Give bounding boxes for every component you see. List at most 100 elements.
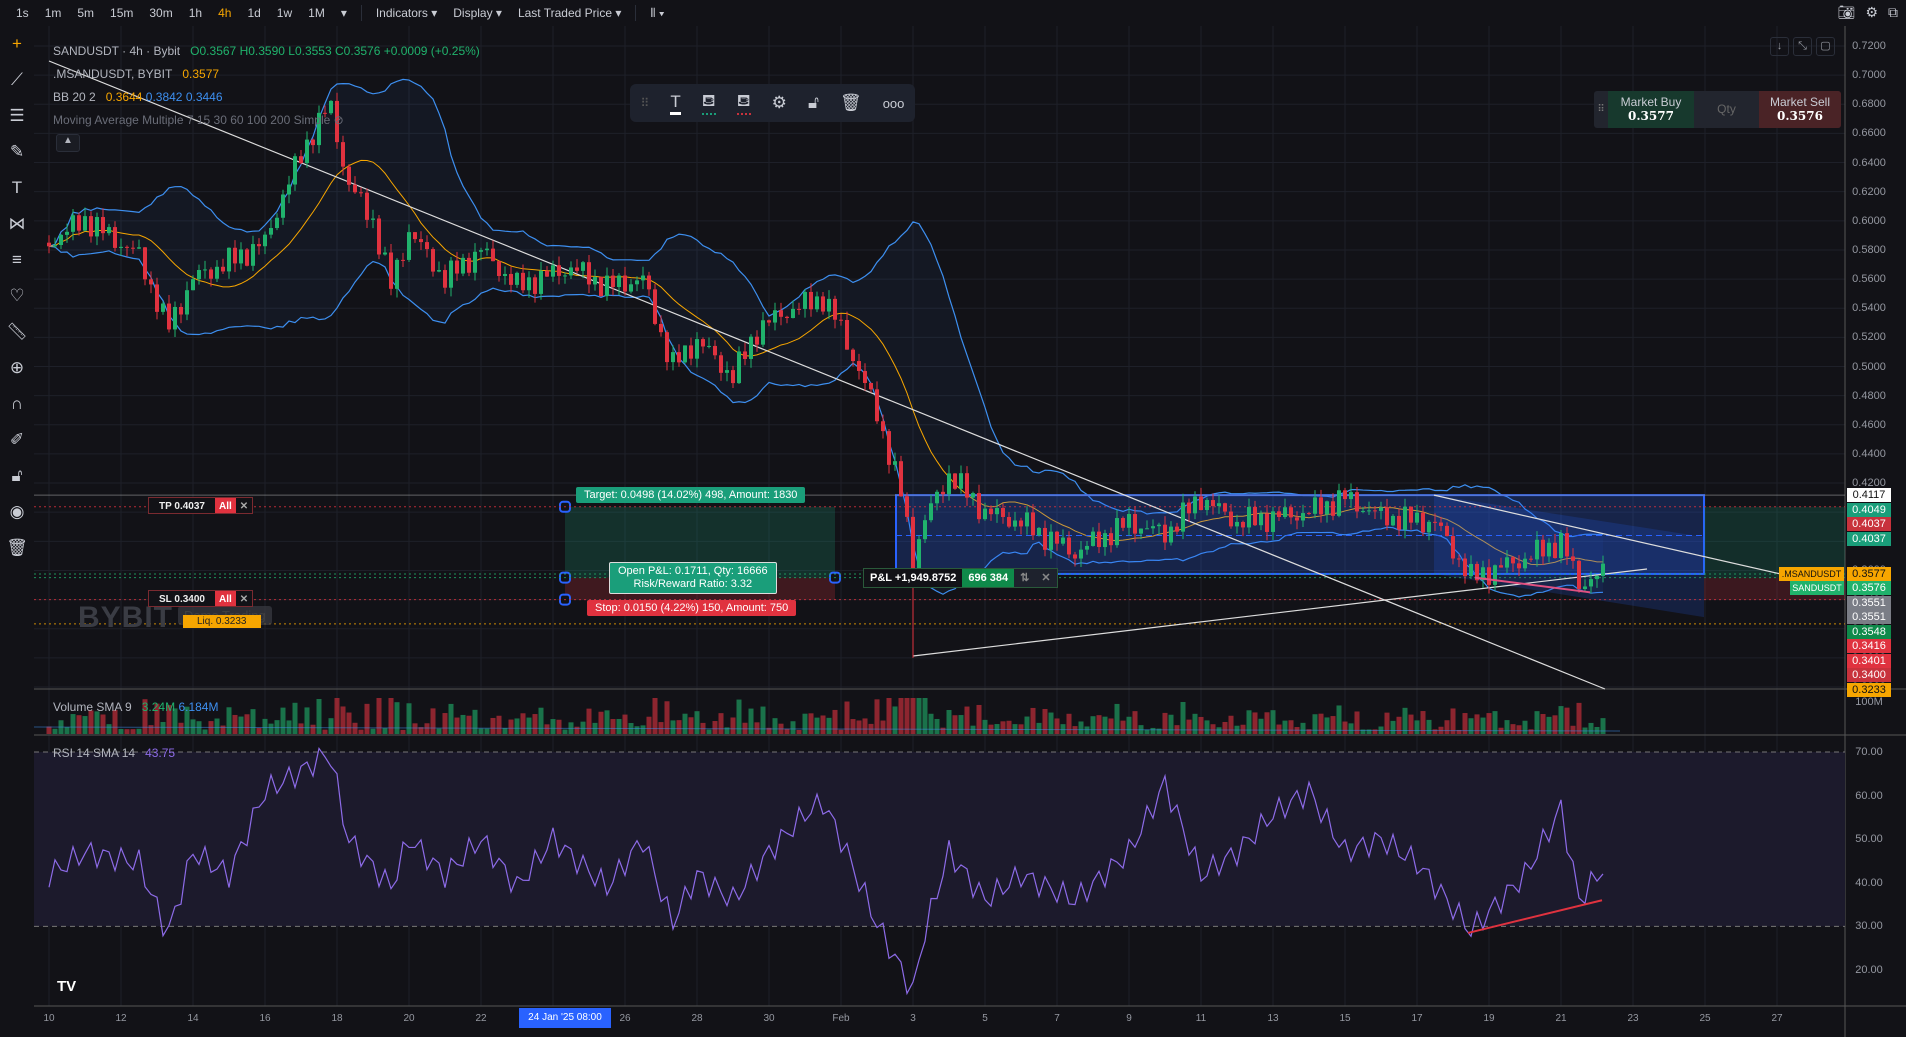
tp-all-button[interactable]: All (214, 498, 236, 513)
divider (360, 5, 362, 21)
drag-handle-icon[interactable]: ⠿ (1594, 91, 1608, 128)
close-icon[interactable]: ✕ (236, 591, 252, 606)
volume-bar (376, 698, 382, 734)
timeframe-1M[interactable]: 1M (300, 6, 333, 20)
volume-bar (892, 706, 898, 734)
price-tick: 0.4600 (1852, 418, 1886, 431)
timeframe-1w[interactable]: 1w (269, 6, 300, 20)
stop-loss-order[interactable]: SL 0.3400 All ✕ (148, 590, 254, 607)
heart-icon[interactable]: ♡ (0, 278, 34, 314)
candle-body (737, 351, 741, 384)
horizontal-lines-icon[interactable]: ☰ (0, 98, 34, 134)
timeframe-1d[interactable]: 1d (239, 6, 268, 20)
volume-bar (190, 719, 196, 734)
fib-icon[interactable]: ≡ (0, 242, 34, 278)
close-icon[interactable]: ✕ (1035, 569, 1057, 587)
lock-drawing-icon[interactable]: ✐ (0, 422, 34, 458)
timeframe-1h[interactable]: 1h (181, 6, 210, 20)
timeframe-4h[interactable]: 4h (210, 6, 239, 20)
hidden-eye-icon[interactable]: ⊘ (334, 113, 344, 127)
trend-line-icon[interactable]: ⟋ (0, 62, 34, 98)
unlock-icon[interactable]: 🔓︎ (808, 93, 819, 113)
candle-body (959, 473, 963, 489)
bb-name[interactable]: BB 20 2 (53, 90, 96, 104)
more-icon[interactable]: ooo (883, 96, 905, 111)
bb-upper: 0.3842 (145, 90, 183, 104)
more-timeframes-dropdown[interactable]: ▾ (333, 6, 355, 20)
timeframe-1m[interactable]: 1m (37, 6, 70, 20)
volume-bar (694, 711, 700, 734)
volume-bar (454, 717, 460, 734)
candle-body (1205, 500, 1209, 511)
ruler-icon[interactable]: 📏︎ (0, 314, 34, 350)
market-sell-button[interactable]: Market Sell 0.3576 (1759, 91, 1841, 128)
trash-icon[interactable]: 🗑︎ (840, 93, 862, 113)
candle-body (1457, 558, 1461, 560)
zoom-in-icon[interactable]: ⊕ (0, 350, 34, 386)
candle-body (713, 345, 717, 356)
price-tick: 0.6400 (1852, 156, 1886, 169)
fullscreen-icon[interactable]: ⧉ (1888, 4, 1898, 21)
reverse-icon[interactable]: ⇅ (1014, 569, 1036, 587)
symbol-title[interactable]: SANDUSDT · 4h · Bybit (53, 44, 180, 58)
price-source-menu[interactable]: Last Traded Price ▾ (510, 6, 629, 20)
take-profit-order[interactable]: TP 0.4037 All ✕ (148, 497, 254, 514)
rsi-title[interactable]: RSI 14 SMA 14 (53, 746, 135, 760)
timeframe-1s[interactable]: 1s (8, 6, 37, 20)
drawing-floating-toolbar: ⠿ T ⛾ ⛾ ⚙︎ 🔓︎ 🗑︎ ooo (630, 84, 915, 122)
candle-body (1595, 575, 1599, 580)
mark-price-name[interactable]: .MSANDUSDT, BYBIT (53, 67, 172, 81)
candle-body (977, 493, 981, 520)
candle-body (1253, 506, 1257, 526)
position-pnl[interactable]: P&L +1,949.8752 696 384 ⇅ ✕ (863, 568, 1058, 588)
display-menu[interactable]: Display ▾ (445, 6, 510, 20)
collapse-legend-button[interactable]: ▲ (56, 134, 80, 152)
bb-lower: 0.3446 (185, 90, 223, 104)
camera-icon[interactable]: 📷︎ (1838, 4, 1856, 21)
chart-type-menu[interactable]: ⫴ ▾ (642, 6, 672, 21)
settings-icon[interactable]: ⚙︎ (1865, 4, 1878, 21)
candle-body (1163, 524, 1167, 543)
indicators-menu[interactable]: Indicators ▾ (368, 6, 445, 20)
market-buy-button[interactable]: Market Buy 0.3577 (1608, 91, 1694, 128)
magnet-icon[interactable]: ∩ (0, 386, 34, 422)
time-tick: 3 (910, 1013, 916, 1024)
sl-all-button[interactable]: All (214, 591, 236, 606)
volume-bar (784, 728, 790, 734)
fill-color-icon[interactable]: ⛾ (736, 91, 751, 115)
fill-color-icon[interactable]: ⛾ (701, 91, 716, 115)
text-icon[interactable]: T (670, 92, 681, 115)
tp-label: TP 0.4037 (159, 501, 205, 512)
lock-icon[interactable]: 🔓︎ (0, 458, 34, 494)
pattern-icon[interactable]: ⋈ (0, 206, 34, 242)
maximize-icon[interactable]: ▢ (1816, 37, 1835, 56)
candle-body (227, 247, 231, 272)
candle-body (1013, 520, 1017, 527)
candle-body (785, 316, 789, 319)
candle-body (515, 272, 519, 285)
crosshair-icon[interactable]: + (0, 26, 34, 62)
candle-body (65, 231, 69, 235)
timeframe-30m[interactable]: 30m (141, 6, 180, 20)
ma-name[interactable]: Moving Average Multiple 7 15 30 60 100 2… (53, 113, 330, 127)
volume-bar (1216, 727, 1222, 734)
brush-icon[interactable]: ✎ (0, 134, 34, 170)
qty-input[interactable]: Qty (1694, 91, 1759, 128)
volume-bar (1330, 716, 1336, 734)
chart-canvas[interactable] (0, 0, 1906, 1037)
drag-handle-icon[interactable]: ⠿ (641, 96, 650, 110)
time-tick: 28 (691, 1013, 703, 1024)
arrow-down-icon[interactable]: ↓ (1770, 37, 1789, 56)
timeframe-5m[interactable]: 5m (69, 6, 102, 20)
trash-icon[interactable]: 🗑︎ (0, 530, 34, 566)
timeframe-15m[interactable]: 15m (102, 6, 141, 20)
candle-body (1505, 557, 1509, 568)
collapse-icon[interactable]: ⤡ (1793, 37, 1812, 56)
volume-title[interactable]: Volume SMA 9 (53, 700, 132, 714)
gear-icon[interactable]: ⚙︎ (772, 93, 787, 113)
candle-body (791, 308, 795, 319)
close-icon[interactable]: ✕ (236, 498, 252, 513)
volume-bar (730, 717, 736, 734)
text-icon[interactable]: T (0, 170, 34, 206)
eye-icon[interactable]: ◉ (0, 494, 34, 530)
